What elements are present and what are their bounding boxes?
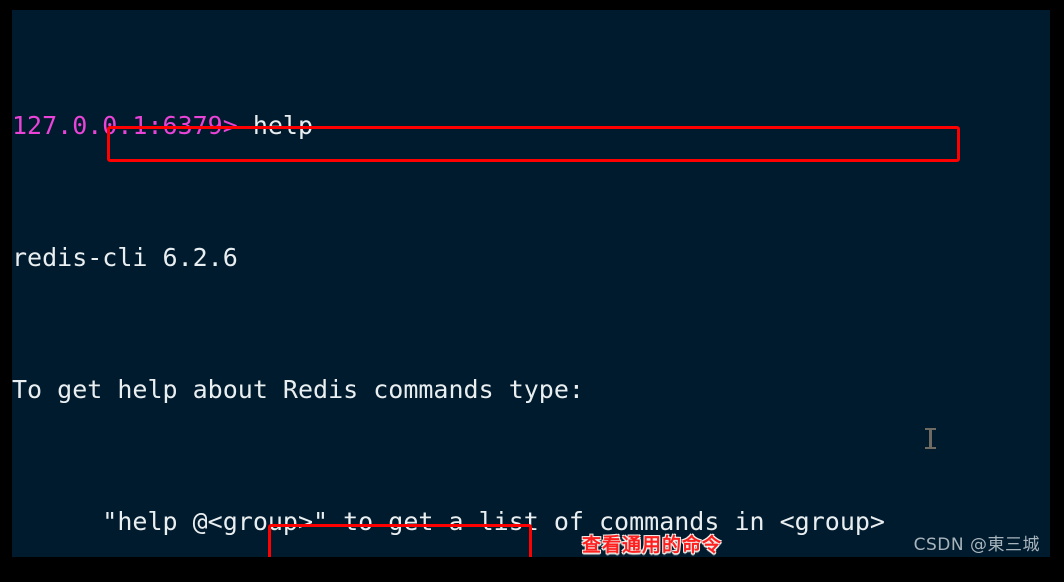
terminal-line: To get help about Redis commands type: [12, 375, 584, 404]
watermark: CSDN @東三城 [913, 535, 1040, 555]
ibeam-cap-bottom [925, 447, 936, 449]
terminal-window[interactable]: 127.0.0.1:6379> help redis-cli 6.2.6 To … [12, 10, 1050, 557]
redis-command: help [237, 111, 314, 140]
terminal-output[interactable]: 127.0.0.1:6379> help redis-cli 6.2.6 To … [12, 10, 1050, 557]
ibeam-stem [929, 430, 932, 447]
terminal-line: redis-cli 6.2.6 [12, 243, 238, 272]
screenshot-root: 127.0.0.1:6379> help redis-cli 6.2.6 To … [0, 0, 1064, 582]
terminal-line-help-group: "help @<group>" to get a list of command… [12, 507, 885, 536]
annotation-note: 查看通用的命令 [582, 534, 723, 556]
redis-prompt: 127.0.0.1:6379> [12, 111, 238, 140]
terminal-line: 127.0.0.1:6379> help [12, 109, 1050, 142]
text-ibeam-cursor-icon [925, 428, 936, 449]
